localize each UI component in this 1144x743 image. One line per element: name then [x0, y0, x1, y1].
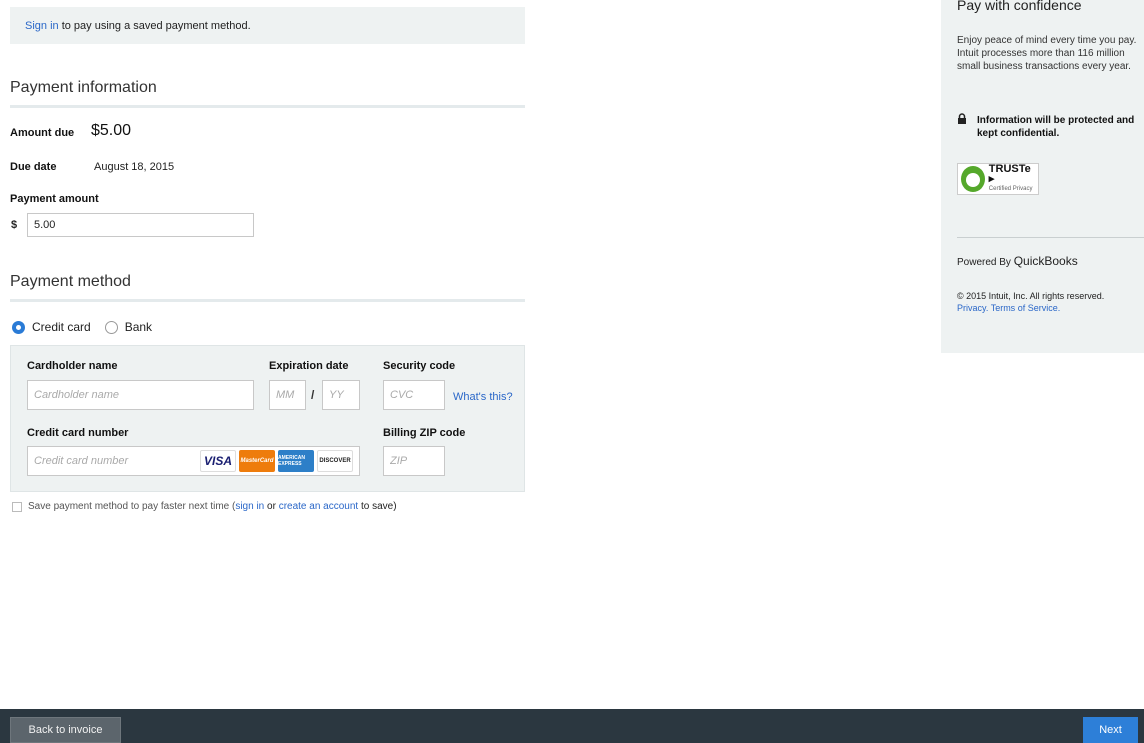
sidebar-footer: © 2015 Intuit, Inc. All rights reserved.… [957, 290, 1104, 314]
signin-banner: Sign in to pay using a saved payment met… [10, 7, 525, 44]
lock-icon [958, 113, 966, 124]
sidebar-title: Pay with confidence [957, 0, 1082, 13]
security-code-label: Security code [383, 360, 456, 372]
save-payment-row: Save payment method to pay faster next t… [12, 501, 397, 512]
credit-card-radio[interactable] [12, 320, 25, 334]
card-logos: VISA MasterCard AMERICAN EXPRESS DISCOVE… [200, 450, 353, 472]
sidebar-divider [957, 237, 1144, 238]
visa-logo: VISA [200, 450, 236, 472]
privacy-link[interactable]: Privacy. [957, 303, 988, 313]
payment-method-options: Credit card Bank [12, 320, 166, 334]
bank-radio-label[interactable]: Bank [125, 320, 152, 334]
due-date-label: Due date [10, 161, 57, 173]
footer-bar: Back to invoice Next [0, 709, 1144, 743]
sidebar-body: Enjoy peace of mind every time you pay. … [957, 35, 1137, 72]
save-payment-text: Save payment method to pay faster next t… [28, 501, 236, 512]
amex-logo: AMERICAN EXPRESS [278, 450, 314, 472]
save-or-text: or [264, 501, 279, 512]
create-account-link[interactable]: create an account [279, 501, 359, 512]
bank-radio[interactable] [104, 320, 118, 334]
security-code-input[interactable] [383, 380, 445, 410]
truste-subtitle: Certified Privacy [988, 186, 1033, 192]
expiration-date-label: Expiration date [269, 360, 349, 372]
cardholder-name-label: Cardholder name [27, 360, 118, 372]
signin-banner-text: to pay using a saved payment method. [58, 19, 251, 32]
next-button[interactable]: Next [1083, 717, 1138, 743]
powered-by: Powered By QuickBooks [957, 254, 1078, 268]
section-divider [10, 105, 525, 108]
payment-amount-label: Payment amount [10, 193, 99, 205]
back-to-invoice-button[interactable]: Back to invoice [10, 717, 121, 743]
credit-card-radio-label[interactable]: Credit card [32, 320, 91, 334]
credit-card-number-label: Credit card number [27, 427, 129, 439]
truste-badge[interactable]: TRUSTe ▸ Certified Privacy [957, 163, 1039, 195]
confidence-sidebar: Pay with confidence Enjoy peace of mind … [941, 0, 1144, 353]
truste-name: TRUSTe ▸ [988, 163, 1031, 185]
mastercard-logo: MasterCard [239, 450, 275, 472]
expiration-month-input[interactable] [269, 380, 306, 410]
payment-method-title: Payment method [10, 273, 131, 290]
terms-link[interactable]: Terms of Service. [991, 303, 1061, 313]
payment-information-title: Payment information [10, 79, 157, 96]
truste-seal-icon [961, 166, 985, 192]
signin-link[interactable]: Sign in [25, 20, 59, 32]
save-after-text: to save) [358, 501, 397, 512]
expiration-separator: / [311, 388, 315, 402]
amount-due-label: Amount due [10, 127, 75, 139]
expiration-year-input[interactable] [322, 380, 360, 410]
payment-amount-input[interactable] [27, 213, 254, 237]
credit-card-form: Cardholder name Expiration date / Securi… [10, 345, 525, 492]
copyright-text: © 2015 Intuit, Inc. All rights reserved. [957, 291, 1105, 301]
currency-symbol: $ [11, 219, 18, 231]
billing-zip-label: Billing ZIP code [383, 427, 466, 439]
credit-card-number-placeholder: Credit card number [34, 455, 129, 467]
quickbooks-brand: QuickBooks [1013, 254, 1078, 268]
section-divider [10, 299, 525, 302]
save-payment-checkbox[interactable] [12, 501, 22, 512]
save-signin-link[interactable]: sign in [235, 501, 264, 512]
due-date-value: August 18, 2015 [94, 161, 175, 173]
powered-by-prefix: Powered By [957, 257, 1014, 268]
whats-this-link[interactable]: What's this? [453, 391, 513, 403]
truste-text: TRUSTe ▸ Certified Privacy [989, 164, 1035, 194]
discover-logo: DISCOVER [317, 450, 353, 472]
amount-due-value: $5.00 [91, 122, 132, 139]
sidebar-secure-text: Information will be protected and kept c… [977, 115, 1135, 139]
billing-zip-input[interactable] [383, 446, 445, 476]
cardholder-name-input[interactable] [27, 380, 254, 410]
